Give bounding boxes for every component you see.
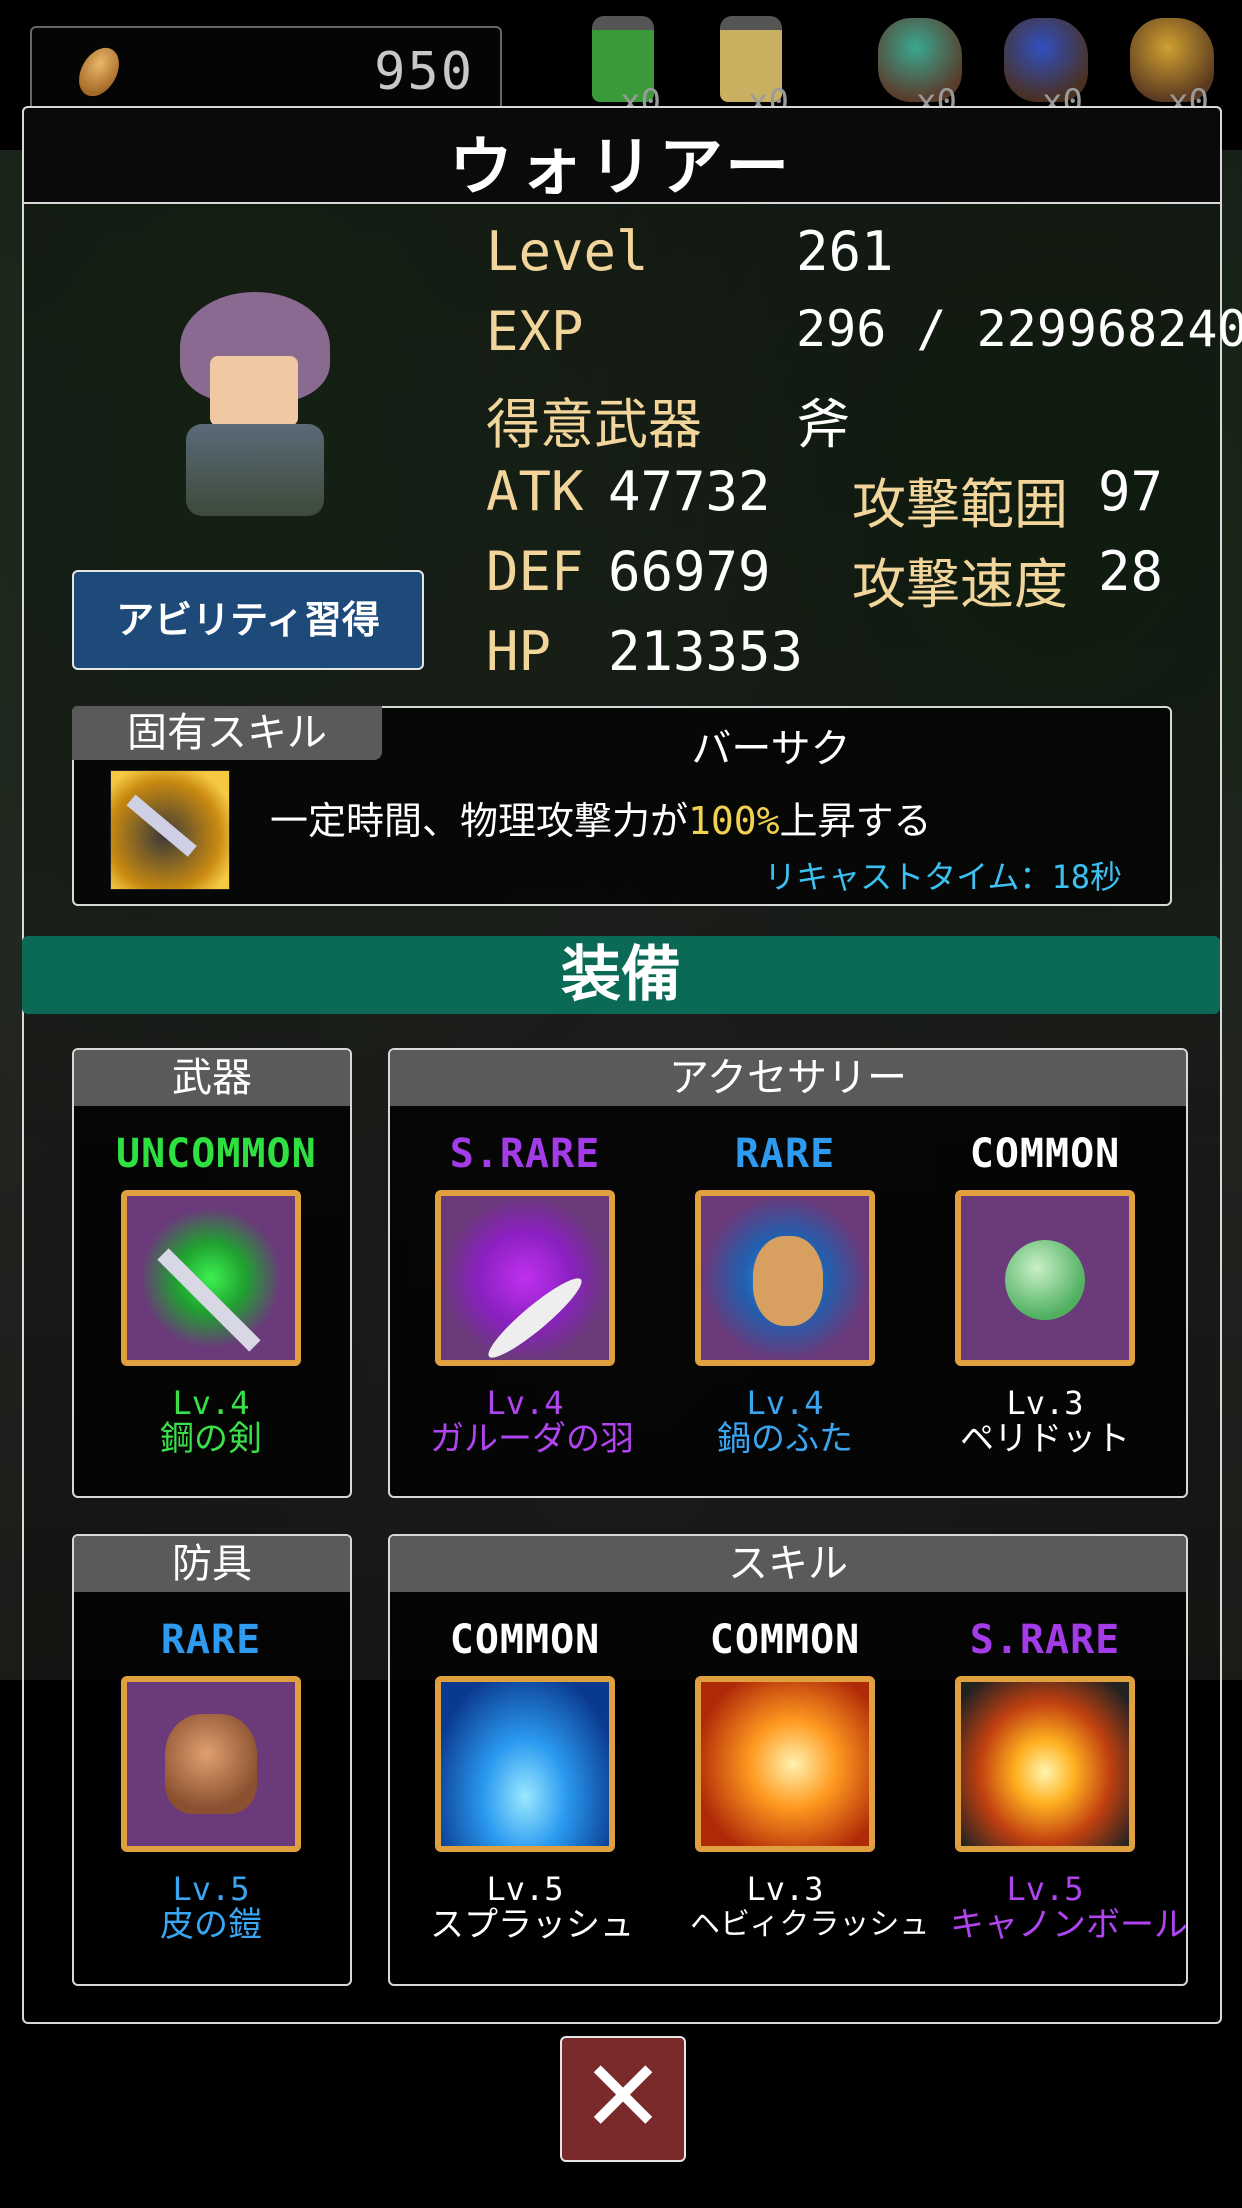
def-value: 66979: [608, 540, 771, 603]
berserk-skill-icon: [110, 770, 230, 890]
currency-amount: 950: [374, 42, 474, 102]
accessory-category-title: アクセサリー: [390, 1050, 1186, 1106]
peridot-gem-icon: [961, 1196, 1129, 1360]
accessory-1-level: Lv.4: [486, 1384, 564, 1422]
character-body: [186, 424, 324, 516]
skill-1-item-frame[interactable]: [435, 1676, 615, 1852]
accessory-1-rarity: S.RARE: [449, 1131, 601, 1177]
skill-slot-1[interactable]: COMMON Lv.5 スプラッシュ: [430, 1614, 634, 1945]
skill-1-rarity: COMMON: [449, 1617, 601, 1663]
speed-value: 28: [1098, 540, 1164, 603]
skill-2-item-frame[interactable]: [695, 1676, 875, 1852]
title-bar: ウォリアー: [22, 106, 1222, 205]
character-name: ウォリアー: [448, 131, 796, 205]
accessory-2-level: Lv.4: [746, 1384, 824, 1422]
accessory-1-item-frame[interactable]: [435, 1190, 615, 1366]
unique-skill-recast: リキャストタイム：18秒: [764, 858, 1122, 896]
equipment-header: 装備: [22, 936, 1220, 1014]
accessory-slot-3[interactable]: COMMON Lv.3 ペリドット: [950, 1128, 1140, 1458]
skill-3-level: Lv.5: [1006, 1870, 1084, 1908]
cannonball-skill-icon: [961, 1682, 1129, 1846]
weapon-level: Lv.4: [172, 1384, 250, 1422]
skill-category-title: スキル: [390, 1536, 1186, 1592]
accessory-2-item-frame[interactable]: [695, 1190, 875, 1366]
accessory-3-level: Lv.3: [1006, 1384, 1084, 1422]
accessory-3-item-frame[interactable]: [955, 1190, 1135, 1366]
accessory-2-rarity: RARE: [734, 1131, 836, 1177]
level-value: 261: [796, 220, 894, 283]
armor-name: 皮の鎧: [160, 1905, 262, 1945]
top-bar: 950 x0 x0 x0 x0 x0: [0, 0, 1242, 122]
unique-skill-name: バーサク: [691, 726, 851, 772]
close-button[interactable]: ✕: [560, 2036, 686, 2162]
skill-2-name: ヘビィクラッシュ: [690, 1907, 930, 1942]
accessory-3-name: ペリドット: [960, 1419, 1130, 1459]
exp-value: 296 / 229968240: [796, 300, 1242, 358]
armor-category-title: 防具: [74, 1536, 350, 1592]
splash-skill-icon: [441, 1682, 609, 1846]
accessory-slot-2[interactable]: RARE Lv.4 鍋のふた: [690, 1128, 880, 1458]
weapon-category-title: 武器: [74, 1050, 350, 1106]
atk-value: 47732: [608, 460, 771, 523]
def-label: DEF: [486, 540, 584, 603]
weapon-type-label: 得意武器: [486, 393, 702, 456]
range-value: 97: [1098, 460, 1164, 523]
skill-3-item-frame[interactable]: [955, 1676, 1135, 1852]
accessory-1-name: ガルーダの羽: [430, 1419, 634, 1459]
unique-skill-desc-after: 上昇する: [779, 799, 932, 843]
speed-label: 攻撃速度: [852, 553, 1068, 616]
weapon-item-frame[interactable]: [121, 1190, 301, 1366]
pot-lid-icon: [701, 1196, 869, 1360]
unique-skill-desc-before: 一定時間、物理攻撃力が: [270, 799, 689, 843]
skill-3-name: キャノンボール: [950, 1905, 1188, 1945]
accessory-3-rarity: COMMON: [969, 1131, 1121, 1177]
accessory-slot-1[interactable]: S.RARE Lv.4 ガルーダの羽: [430, 1128, 634, 1459]
unique-skill-description: 一定時間、物理攻撃力が100%上昇する: [270, 790, 932, 845]
feather-icon: [441, 1196, 609, 1360]
unique-skill-desc-highlight: 100%: [688, 799, 780, 843]
sword-icon: [127, 1196, 295, 1360]
accessory-2-name: 鍋のふた: [717, 1419, 853, 1459]
level-label: Level: [486, 220, 649, 283]
skill-1-name: スプラッシュ: [430, 1905, 634, 1945]
leather-armor-icon: [127, 1682, 295, 1846]
weapon-type-value: 斧: [796, 393, 850, 456]
armor-slot[interactable]: RARE Lv.5 皮の鎧: [116, 1614, 306, 1944]
skill-1-level: Lv.5: [486, 1870, 564, 1908]
armor-rarity: RARE: [160, 1617, 262, 1663]
character-sprite: [168, 292, 338, 522]
exp-label: EXP: [486, 300, 584, 363]
heavy-crash-skill-icon: [701, 1682, 869, 1846]
skill-slot-2[interactable]: COMMON Lv.3 ヘビィクラッシュ: [690, 1614, 930, 1944]
skill-3-rarity: S.RARE: [969, 1617, 1121, 1663]
atk-label: ATK: [486, 460, 584, 523]
hp-label: HP: [486, 620, 552, 683]
range-label: 攻撃範囲: [852, 473, 1068, 536]
coin-icon: [70, 40, 128, 104]
ability-learn-button[interactable]: アビリティ習得: [72, 570, 424, 670]
weapon-slot[interactable]: UNCOMMON Lv.4 鋼の剣: [116, 1128, 317, 1459]
hp-value: 213353: [608, 620, 804, 683]
skill-slot-3[interactable]: S.RARE Lv.5 キャノンボール: [950, 1614, 1188, 1945]
weapon-name: 鋼の剣: [160, 1419, 262, 1459]
close-icon: ✕: [581, 2038, 665, 2155]
skill-2-level: Lv.3: [746, 1870, 824, 1908]
weapon-rarity: UNCOMMON: [116, 1131, 317, 1177]
armor-item-frame[interactable]: [121, 1676, 301, 1852]
character-face: [210, 356, 298, 426]
armor-level: Lv.5: [172, 1870, 250, 1908]
skill-2-rarity: COMMON: [709, 1617, 861, 1663]
